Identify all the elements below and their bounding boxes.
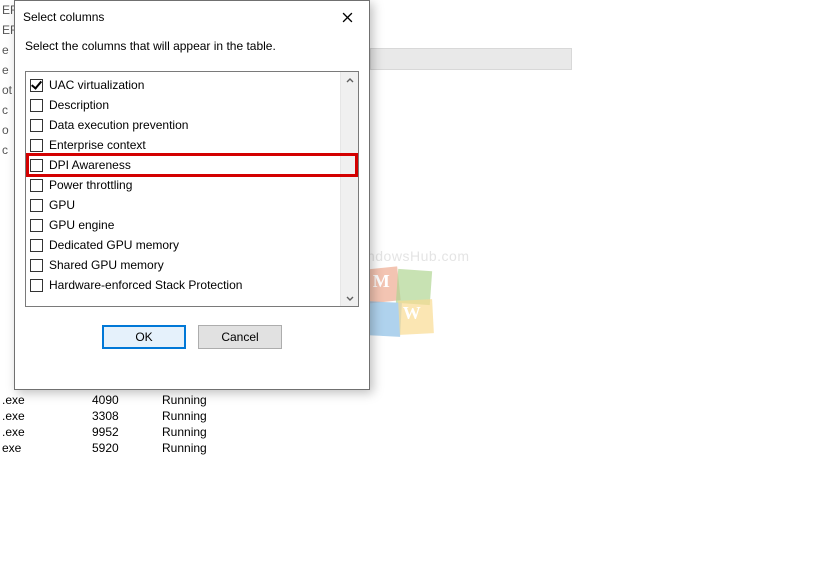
- column-option[interactable]: Description: [28, 95, 356, 115]
- process-pid: 5920: [92, 440, 162, 456]
- dialog-titlebar[interactable]: Select columns: [15, 1, 369, 33]
- column-label: GPU engine: [49, 218, 114, 232]
- cancel-button[interactable]: Cancel: [198, 325, 282, 349]
- column-label: Enterprise context: [49, 138, 146, 152]
- table-row: .exe3308Running: [0, 408, 262, 424]
- column-checkbox[interactable]: [30, 239, 43, 252]
- column-option[interactable]: Shared GPU memory: [28, 255, 356, 275]
- background-process-rows: .exe4090Running.exe3308Running.exe9952Ru…: [0, 392, 262, 456]
- column-checkbox[interactable]: [30, 279, 43, 292]
- columns-listbox[interactable]: UAC virtualization Description Data execut…: [25, 71, 359, 307]
- listbox-scrollbar[interactable]: [340, 72, 358, 306]
- column-option[interactable]: Enterprise context: [28, 135, 356, 155]
- column-option[interactable]: GPU engine: [28, 215, 356, 235]
- scroll-down-button[interactable]: [341, 289, 358, 306]
- table-row: exe5920Running: [0, 440, 262, 456]
- column-checkbox[interactable]: [30, 159, 43, 172]
- process-status: Running: [162, 392, 262, 408]
- process-status: Running: [162, 440, 262, 456]
- column-label: Hardware-enforced Stack Protection: [49, 278, 242, 292]
- column-checkbox[interactable]: [30, 79, 43, 92]
- column-label: UAC virtualization: [49, 78, 144, 92]
- process-status: Running: [162, 424, 262, 440]
- process-pid: 9952: [92, 424, 162, 440]
- chevron-up-icon: [346, 77, 354, 85]
- process-pid: 4090: [92, 392, 162, 408]
- column-label: Shared GPU memory: [49, 258, 164, 272]
- table-row: .exe4090Running: [0, 392, 262, 408]
- process-name: .exe: [0, 424, 92, 440]
- dialog-title: Select columns: [23, 10, 325, 24]
- process-status: Running: [162, 408, 262, 424]
- column-checkbox[interactable]: [30, 179, 43, 192]
- background-left-fragments: EFEFeeotcoc: [0, 0, 14, 390]
- ok-button[interactable]: OK: [102, 325, 186, 349]
- column-checkbox[interactable]: [30, 99, 43, 112]
- dialog-button-row: OK Cancel: [15, 325, 369, 349]
- close-button[interactable]: [325, 2, 369, 32]
- column-checkbox[interactable]: [30, 119, 43, 132]
- column-option[interactable]: GPU: [28, 195, 356, 215]
- process-pid: 3308: [92, 408, 162, 424]
- column-option[interactable]: UAC virtualization: [28, 75, 356, 95]
- column-label: DPI Awareness: [49, 158, 131, 172]
- chevron-down-icon: [346, 294, 354, 302]
- close-icon: [342, 12, 353, 23]
- column-label: GPU: [49, 198, 75, 212]
- column-label: Dedicated GPU memory: [49, 238, 179, 252]
- dialog-instruction: Select the columns that will appear in t…: [15, 33, 369, 63]
- process-name: .exe: [0, 408, 92, 424]
- scroll-up-button[interactable]: [341, 72, 358, 89]
- column-checkbox[interactable]: [30, 199, 43, 212]
- process-name: exe: [0, 440, 92, 456]
- column-option[interactable]: Data execution prevention: [28, 115, 356, 135]
- column-option[interactable]: Power throttling: [28, 175, 356, 195]
- column-checkbox[interactable]: [30, 139, 43, 152]
- column-checkbox[interactable]: [30, 259, 43, 272]
- column-option[interactable]: Hardware-enforced Stack Protection: [28, 275, 356, 295]
- background-header-strip: [370, 48, 572, 70]
- column-option[interactable]: DPI Awareness: [28, 155, 356, 175]
- process-name: .exe: [0, 392, 92, 408]
- column-label: Data execution prevention: [49, 118, 188, 132]
- select-columns-dialog: Select columns Select the columns that w…: [14, 0, 370, 390]
- column-label: Power throttling: [49, 178, 132, 192]
- column-label: Description: [49, 98, 109, 112]
- column-checkbox[interactable]: [30, 219, 43, 232]
- column-option[interactable]: Dedicated GPU memory: [28, 235, 356, 255]
- table-row: .exe9952Running: [0, 424, 262, 440]
